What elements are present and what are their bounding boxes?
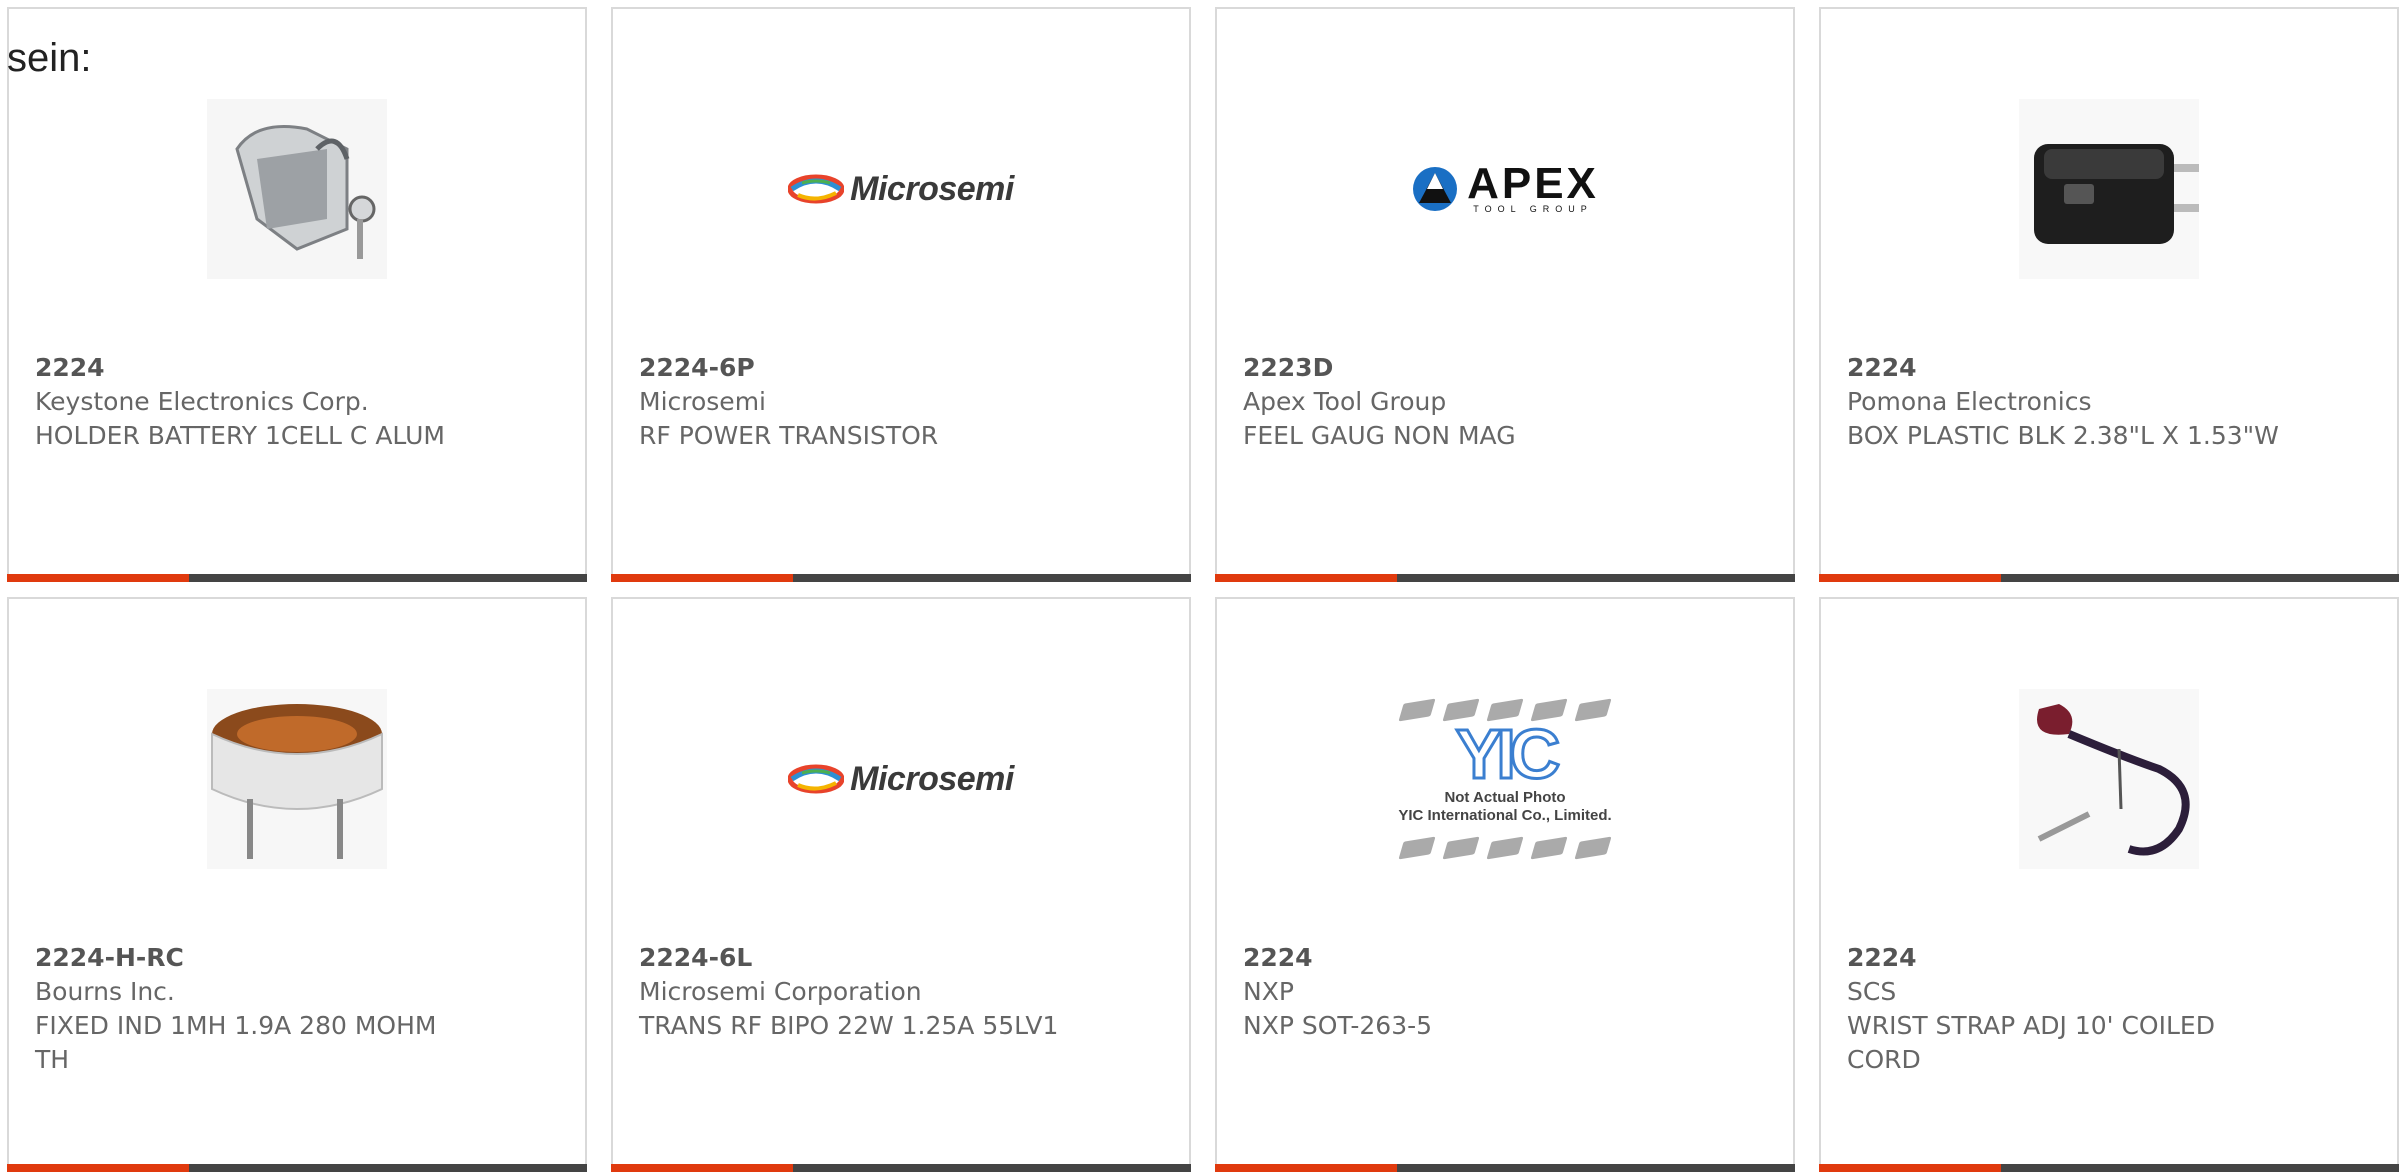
manufacturer: SCS [1847, 977, 1897, 1006]
product-image[interactable]: YIC Not Actual Photo YIC International C… [1217, 659, 1793, 899]
card-bar [7, 574, 587, 582]
product-card[interactable]: YIC Not Actual Photo YIC International C… [1215, 597, 1795, 1172]
apex-logo: APEX TOOL GROUP [1411, 159, 1599, 214]
product-info: 2224-6P Microsemi RF POWER TRANSISTOR [639, 351, 1163, 453]
card-bar-accent [611, 1164, 793, 1172]
manufacturer: Apex Tool Group [1243, 387, 1447, 416]
product-info: 2224 Pomona Electronics BOX PLASTIC BLK … [1847, 351, 2371, 453]
description: FEEL GAUG NON MAG [1243, 421, 1516, 450]
product-info: 2224 NXP NXP SOT-263-5 [1243, 941, 1767, 1043]
description: HOLDER BATTERY 1CELL C ALUM [35, 421, 445, 450]
card-bar [1819, 1164, 2399, 1172]
card-bar-accent [1215, 574, 1397, 582]
product-card[interactable]: 2224 Keystone Electronics Corp. HOLDER B… [7, 7, 587, 582]
microsemi-swirl-icon [788, 764, 845, 794]
card-bar [1215, 1164, 1795, 1172]
description: NXP SOT-263-5 [1243, 1011, 1433, 1040]
product-image[interactable]: Microsemi [613, 659, 1189, 899]
product-card[interactable]: Microsemi 2224-6L Microsemi Corporation … [611, 597, 1191, 1172]
note-line-2: YIC International Co., Limited. [1398, 807, 1612, 824]
product-card[interactable]: Microsemi 2224-6P Microsemi RF POWER TRA… [611, 7, 1191, 582]
product-image[interactable]: Microsemi [613, 69, 1189, 309]
manufacturer: Keystone Electronics Corp. [35, 387, 369, 416]
manufacturer: NXP [1243, 977, 1294, 1006]
product-image[interactable]: APEX TOOL GROUP [1217, 69, 1793, 309]
card-bar-accent [611, 574, 793, 582]
product-image[interactable] [9, 659, 585, 899]
description: TRANS RF BIPO 22W 1.25A 55LV1 [639, 1011, 1059, 1040]
description: BOX PLASTIC BLK 2.38"L X 1.53"W [1847, 421, 2279, 450]
description: FIXED IND 1MH 1.9A 280 MOHM TH [35, 1011, 437, 1074]
part-number[interactable]: 2224 [1847, 351, 2371, 385]
yic-placeholder: YIC Not Actual Photo YIC International C… [1398, 698, 1612, 860]
card-bar [611, 1164, 1191, 1172]
card-bar [7, 1164, 587, 1172]
logo-text: APEX [1467, 159, 1599, 208]
logo-subtext: TOOL GROUP [1473, 204, 1593, 214]
product-card[interactable]: 2224 Pomona Electronics BOX PLASTIC BLK … [1819, 7, 2399, 582]
logo-text: YIC [1454, 715, 1562, 793]
product-info: 2224-H-RC Bourns Inc. FIXED IND 1MH 1.9A… [35, 941, 559, 1077]
manufacturer: Microsemi [639, 387, 766, 416]
part-number[interactable]: 2223D [1243, 351, 1767, 385]
manufacturer: Pomona Electronics [1847, 387, 2092, 416]
wrist-strap-icon [2019, 689, 2199, 869]
product-grid: 2224 Keystone Electronics Corp. HOLDER B… [7, 7, 2399, 1172]
description: WRIST STRAP ADJ 10' COILED CORD [1847, 1011, 2215, 1074]
product-card[interactable]: 2224 SCS WRIST STRAP ADJ 10' COILED CORD [1819, 597, 2399, 1172]
part-number[interactable]: 2224 [1243, 941, 1767, 975]
card-bar-accent [1819, 574, 2001, 582]
part-number[interactable]: 2224-6L [639, 941, 1163, 975]
microsemi-logo: Microsemi [788, 760, 1014, 799]
plastic-box-icon [2019, 99, 2199, 279]
product-info: 2224 SCS WRIST STRAP ADJ 10' COILED CORD [1847, 941, 2371, 1077]
prefix-text: sein: [7, 36, 92, 80]
product-card[interactable]: 2224-H-RC Bourns Inc. FIXED IND 1MH 1.9A… [7, 597, 587, 1172]
microsemi-logo: Microsemi [788, 170, 1014, 209]
logo-text: Microsemi [850, 169, 1014, 208]
description: RF POWER TRANSISTOR [639, 421, 939, 450]
product-info: 2224 Keystone Electronics Corp. HOLDER B… [35, 351, 559, 453]
chip-row-icon [1398, 698, 1612, 722]
card-bar-accent [7, 1164, 189, 1172]
card-bar-accent [1819, 1164, 2001, 1172]
microsemi-swirl-icon [788, 174, 845, 204]
product-info: 2223D Apex Tool Group FEEL GAUG NON MAG [1243, 351, 1767, 453]
product-image[interactable] [9, 69, 585, 309]
product-card[interactable]: APEX TOOL GROUP 2223D Apex Tool Group FE… [1215, 7, 1795, 582]
manufacturer: Microsemi Corporation [639, 977, 922, 1006]
chip-row-icon [1398, 836, 1612, 860]
card-bar-accent [7, 574, 189, 582]
product-image[interactable] [1821, 659, 2397, 899]
part-number[interactable]: 2224-6P [639, 351, 1163, 385]
card-bar [1819, 574, 2399, 582]
manufacturer: Bourns Inc. [35, 977, 175, 1006]
part-number[interactable]: 2224-H-RC [35, 941, 559, 975]
product-info: 2224-6L Microsemi Corporation TRANS RF B… [639, 941, 1163, 1043]
part-number[interactable]: 2224 [1847, 941, 2371, 975]
logo-text: Microsemi [850, 759, 1014, 798]
card-bar [611, 574, 1191, 582]
part-number[interactable]: 2224 [35, 351, 559, 385]
apex-circle-icon [1413, 167, 1458, 211]
product-image[interactable] [1821, 69, 2397, 309]
note-line-1: Not Actual Photo [1444, 789, 1566, 806]
battery-holder-icon [207, 99, 387, 279]
card-bar-accent [1215, 1164, 1397, 1172]
toroid-inductor-icon [207, 689, 387, 869]
card-bar [1215, 574, 1795, 582]
